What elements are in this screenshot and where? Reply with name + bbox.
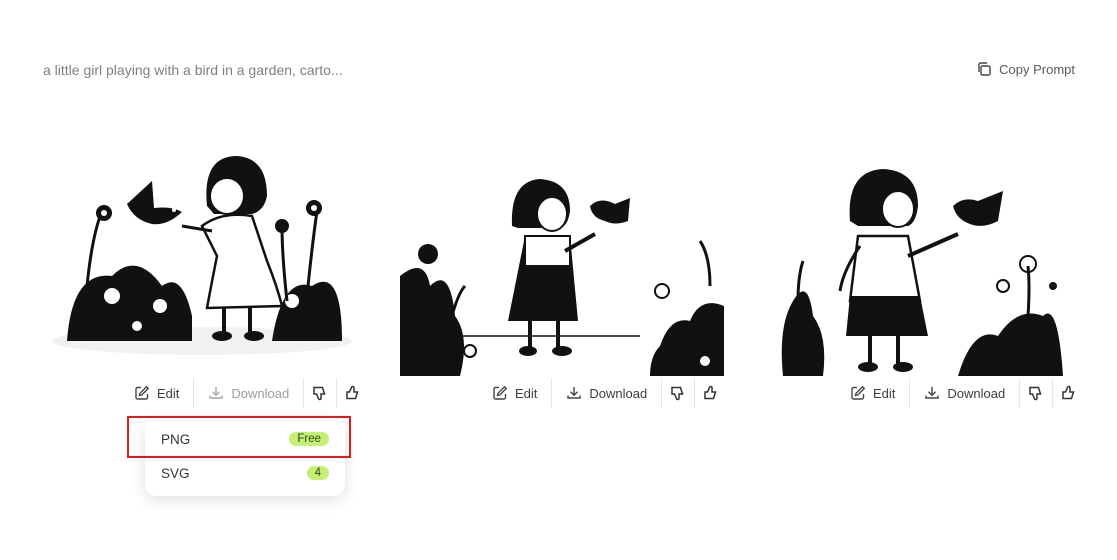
edit-label: Edit: [873, 385, 896, 401]
image-3-toolbar: Edit Download: [836, 378, 1085, 408]
copy-prompt-button[interactable]: Copy Prompt: [976, 61, 1075, 77]
generated-image-2[interactable]: [400, 86, 724, 410]
copy-prompt-label: Copy Prompt: [999, 61, 1075, 77]
download-icon: [567, 387, 582, 399]
edit-icon: [851, 385, 866, 400]
thumbs-up-icon: [704, 385, 717, 400]
download-label: Download: [947, 385, 1006, 401]
download-icon: [925, 387, 940, 399]
thumbs-down-icon: [671, 386, 684, 401]
thumbs-up-icon: [1062, 385, 1075, 400]
thumbs-down-icon: [1029, 386, 1042, 401]
price-badge: 4: [306, 466, 329, 480]
generated-image-1[interactable]: [42, 86, 366, 410]
image-2-dislike-button[interactable]: [662, 378, 694, 408]
generated-image-3[interactable]: [758, 86, 1082, 410]
image-3-dislike-button[interactable]: [1020, 378, 1052, 408]
image-1-edit-button[interactable]: Edit: [120, 378, 193, 408]
image-3-download-button[interactable]: Download: [910, 378, 1019, 408]
download-label: Download: [589, 385, 648, 401]
edit-icon: [135, 385, 150, 400]
thumbs-up-icon: [346, 385, 359, 400]
copy-icon: [978, 62, 991, 76]
image-1-like-button[interactable]: [337, 378, 369, 408]
download-label: Download: [231, 385, 290, 401]
image-2-like-button[interactable]: [695, 378, 727, 408]
edit-label: Edit: [157, 385, 180, 401]
image-2-download-button[interactable]: Download: [552, 378, 661, 408]
option-label: SVG: [161, 465, 190, 481]
image-1-dislike-button[interactable]: [304, 378, 336, 408]
download-option-svg[interactable]: SVG 4: [145, 457, 345, 489]
illustration-3: [758, 86, 1082, 410]
thumbs-down-icon: [313, 386, 326, 401]
edit-label: Edit: [515, 385, 538, 401]
download-icon: [209, 387, 224, 399]
illustration-1: [42, 86, 366, 410]
highlight-box: [127, 416, 351, 458]
image-3-like-button[interactable]: [1053, 378, 1085, 408]
illustration-2: [400, 86, 724, 410]
image-1-toolbar: Edit Download: [120, 378, 369, 408]
image-1-download-button[interactable]: Download: [194, 378, 303, 408]
image-2-edit-button[interactable]: Edit: [478, 378, 551, 408]
image-3-edit-button[interactable]: Edit: [836, 378, 909, 408]
prompt-text: a little girl playing with a bird in a g…: [43, 62, 343, 78]
edit-icon: [493, 385, 508, 400]
image-2-toolbar: Edit Download: [478, 378, 727, 408]
